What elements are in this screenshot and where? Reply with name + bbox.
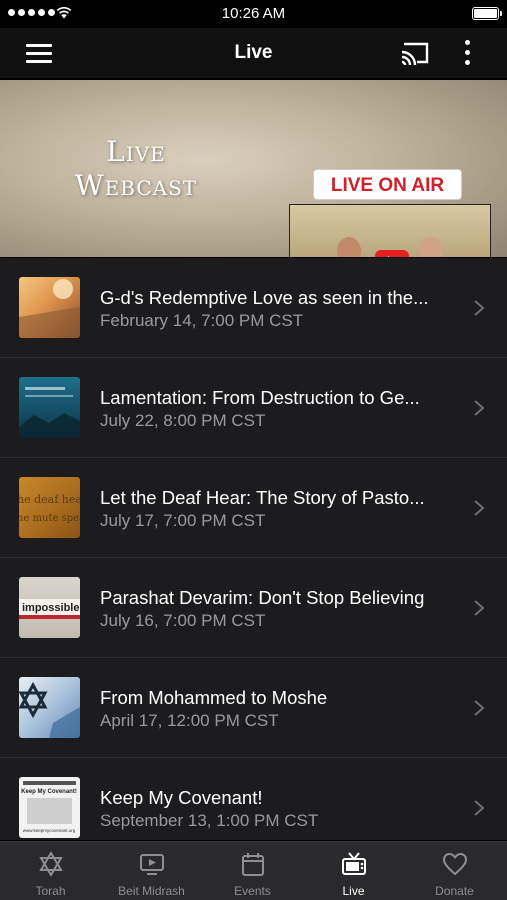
svg-text:www.keepmycovenant.org: www.keepmycovenant.org [23,828,76,833]
event-date: February 14, 7:00 PM CST [100,311,304,330]
event-date: July 16, 7:00 PM CST [100,611,266,630]
tab-donate-label: Donate [435,884,474,898]
svg-text:impossible: impossible [22,602,79,614]
banner-title-line2: Webcast [74,169,198,202]
impossible-image: impossible [19,599,80,619]
calendar-icon [241,853,264,876]
event-title: Let the Deaf Hear: The Story of Pasto... [100,487,425,508]
tab-bar: Torah Beit Midrash Events Live Donate [0,841,507,900]
event-date: July 17, 7:00 PM CST [100,511,266,530]
list-item[interactable]: G-d's Redemptive Love as seen in the... … [0,258,507,358]
video-preview[interactable] [289,204,491,257]
tab-beit-midrash-label: Beit Midrash [118,884,185,898]
event-thumbnail [19,677,80,738]
live-on-air-label: LIVE ON AIR [330,175,445,196]
event-title: G-d's Redemptive Love as seen in the... [100,287,429,308]
event-title: From Mohammed to Moshe [100,687,328,708]
chevron-right-icon [474,300,485,316]
deaf-hear-image: he deaf hea he mute spea [19,493,80,524]
banner-title: Live Webcast [36,135,236,203]
tab-events[interactable]: Events [202,842,303,900]
heart-icon [442,852,467,876]
event-title: Lamentation: From Destruction to Ge... [100,387,420,408]
svg-text:Keep My Covenant!: Keep My Covenant! [21,789,77,795]
event-date: April 17, 12:00 PM CST [100,711,279,730]
list-item[interactable]: impossible Parashat Devarim: Don't Stop … [0,558,507,658]
tab-live[interactable]: Live [303,842,404,900]
chevron-right-icon [474,800,485,816]
live-webcast-banner[interactable]: Live Webcast LIVE ON AIR [0,80,507,257]
chevron-right-icon [474,500,485,516]
tab-beit-midrash[interactable]: Beit Midrash [101,842,202,900]
event-thumbnail [19,277,80,338]
navigation-bar: Live [0,28,507,78]
mohammed-to-moshe-image [19,681,80,738]
tab-torah[interactable]: Torah [0,842,101,900]
status-time: 10:26 AM [221,5,286,22]
list-item[interactable]: Lamentation: From Destruction to Ge... J… [0,358,507,458]
play-icon[interactable] [375,250,409,257]
chevron-right-icon [474,400,485,416]
tab-events-label: Events [234,884,271,898]
svg-text:he mute spea: he mute spea [19,513,80,524]
event-date: September 13, 1:00 PM CST [100,811,319,830]
live-on-air-badge: LIVE ON AIR [313,169,462,200]
video-screen-icon [139,854,164,875]
status-bar: 10:26 AM [0,0,507,28]
chevron-right-icon [474,700,485,716]
list-item[interactable]: From Mohammed to Moshe April 17, 12:00 P… [0,658,507,758]
event-title: Parashat Devarim: Don't Stop Believing [100,587,425,608]
list-item[interactable]: Keep My Covenant! www.keepmycovenant.org… [0,758,507,840]
svg-text:he deaf hea: he deaf hea [19,493,80,506]
event-thumbnail: he deaf hea he mute spea [19,477,80,538]
banner-title-line1: Live [106,135,166,168]
event-title: Keep My Covenant! [100,787,263,808]
event-thumbnail [19,377,80,438]
star-of-david-icon [38,851,63,877]
tab-torah-label: Torah [35,884,66,898]
tv-icon [341,852,366,875]
event-list: G-d's Redemptive Love as seen in the... … [0,258,507,840]
cast-icon[interactable] [398,38,432,68]
event-date: July 22, 8:00 PM CST [100,411,266,430]
tab-live-label: Live [342,884,365,898]
more-options-button[interactable] [458,38,478,68]
lamentation-image [19,387,80,438]
event-thumbnail: impossible [19,577,80,638]
battery-icon [472,7,502,20]
keep-my-covenant-image: Keep My Covenant! www.keepmycovenant.org [21,781,77,833]
chevron-right-icon [474,600,485,616]
list-item[interactable]: he deaf hea he mute spea Let the Deaf He… [0,458,507,558]
crowd-image [19,279,80,338]
event-thumbnail: Keep My Covenant! www.keepmycovenant.org [19,777,80,838]
tab-donate[interactable]: Donate [404,842,505,900]
